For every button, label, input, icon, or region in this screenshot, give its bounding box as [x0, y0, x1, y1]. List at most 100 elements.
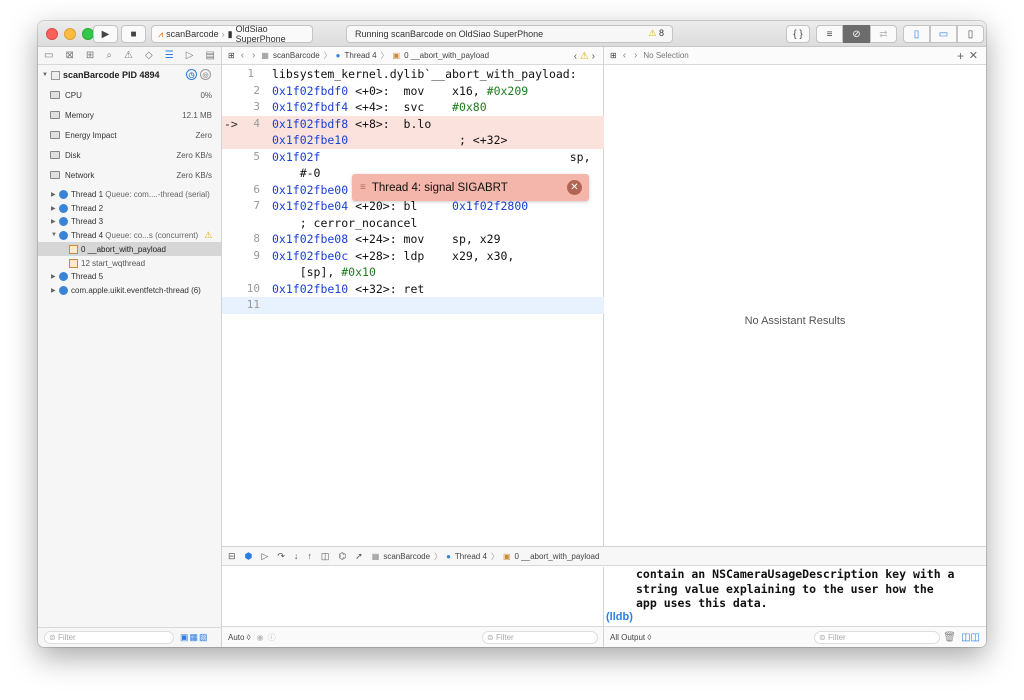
metric-row[interactable]: Disk Zero KB/s — [38, 145, 221, 165]
symbol-icon[interactable]: ⊞ — [86, 50, 94, 61]
thread-row[interactable]: ▶ Thread 5 — [38, 270, 221, 284]
disclosure-triangle-icon[interactable]: ▶ — [51, 218, 59, 225]
disclosure-triangle-icon[interactable]: ▶ — [51, 205, 59, 212]
close-assistant-icon[interactable]: ✕ — [969, 49, 978, 62]
close-window-button[interactable] — [46, 27, 58, 40]
continue-icon[interactable]: ▷ — [261, 551, 268, 562]
error-close-icon[interactable]: ✕ — [567, 180, 582, 195]
location-icon[interactable]: ➚ — [355, 551, 363, 562]
console-line: string value explaining to the user how … — [636, 581, 934, 596]
warning-badge[interactable]: ⚠ 8 — [648, 28, 664, 39]
error-banner[interactable]: ≡ Thread 4: signal SIGABRT ✕ — [352, 174, 589, 201]
gauge-icon[interactable]: ◷ — [186, 69, 197, 80]
metric-row[interactable]: Memory 12.1 MB — [38, 105, 221, 125]
related-items-icon[interactable]: ⊞ — [228, 51, 235, 60]
thread-row[interactable]: ▶ Thread 2 — [38, 202, 221, 216]
disclosure-triangle-icon[interactable]: ▼ — [51, 232, 59, 238]
breakpoints-toggle-icon[interactable]: ⬢ — [245, 551, 253, 562]
jump-project[interactable]: scanBarcode — [273, 51, 320, 60]
disclosure-triangle-icon[interactable]: ▼ — [42, 72, 48, 78]
quicklook-icon[interactable]: ◉ — [257, 633, 264, 642]
folder-icon[interactable]: ▭ — [44, 50, 53, 61]
assistant-editor-button[interactable]: ⊘ — [843, 25, 870, 43]
variables-filter-input[interactable]: ⊜ Filter — [482, 630, 598, 644]
breakpoint-icon[interactable]: ▷ — [186, 50, 194, 61]
line-number: 10 — [246, 281, 260, 295]
instruction-text: <+0>: mov — [348, 83, 453, 98]
code-line[interactable]: 1 libsystem_kernel.dylib`__abort_with_pay… — [222, 66, 604, 83]
related-items-icon[interactable]: ⊞ — [610, 51, 617, 60]
process-row[interactable]: ▼ scanBarcode PID 4894 ◷ ◎ — [38, 65, 221, 85]
code-line[interactable]: 5 0x1f02f sp, — [222, 149, 604, 166]
metric-row[interactable]: Energy Impact Zero — [38, 125, 221, 145]
step-into-icon[interactable]: ↓ — [294, 551, 299, 561]
run-button[interactable]: ▶ — [93, 25, 118, 43]
issue-icon[interactable]: ⚠ — [124, 50, 133, 61]
back-arrow-icon[interactable]: ‹ — [623, 50, 626, 61]
source-control-icon[interactable]: ⊠ — [66, 50, 74, 61]
code-line[interactable]: 4 -> 0x1f02fbdf8 <+8>: b.lo — [222, 115, 604, 132]
navigator-filter-input[interactable]: ⊜ Filter — [44, 631, 174, 644]
code-line[interactable]: 10 0x1f02fbe10 <+32>: ret — [222, 281, 604, 298]
disclosure-triangle-icon[interactable]: ▶ — [51, 191, 59, 198]
disclosure-triangle-icon[interactable]: ▶ — [51, 287, 59, 294]
filter-tree-icon[interactable]: ▧ — [199, 632, 208, 643]
code-line[interactable]: [sp], #0x10 — [222, 264, 604, 281]
version-editor-button[interactable]: ⇄ — [870, 25, 897, 43]
code-line[interactable]: ; cerror_nocancel — [222, 215, 604, 232]
view-hierarchy-icon[interactable]: ◫ — [321, 551, 330, 562]
jump-thread[interactable]: Thread 4 — [345, 51, 377, 60]
library-button[interactable]: { } — [786, 25, 810, 43]
hide-debug-area-icon[interactable]: ⊟ — [228, 551, 236, 562]
forward-arrow-icon[interactable]: › — [634, 50, 637, 61]
filter-grid-icon[interactable]: ▦ — [190, 632, 199, 643]
step-out-icon[interactable]: ↑ — [307, 551, 312, 561]
add-assistant-icon[interactable]: + — [957, 49, 964, 63]
metric-row[interactable]: CPU 0% — [38, 85, 221, 105]
code-line[interactable]: 9 0x1f02fbe0c <+28>: ldp x29, x30, — [222, 248, 604, 265]
back-arrow-icon[interactable]: ‹ — [241, 50, 244, 61]
debug-area-toggle-button[interactable]: ▭ — [930, 25, 957, 43]
thread-row[interactable]: ▶ com.apple.uikit.eventfetch-thread (6) — [38, 284, 221, 298]
forward-arrow-icon[interactable]: › — [252, 50, 255, 61]
split-view-icon[interactable]: ◫◫ — [961, 632, 980, 643]
code-line[interactable]: 3 0x1f02fbdf4 <+4>: svc #0x80 — [222, 99, 604, 116]
debug-project[interactable]: scanBarcode — [383, 552, 430, 561]
memory-graph-icon[interactable]: ⌬ — [338, 551, 346, 562]
issue-navigation[interactable]: ‹ ⚠ › — [574, 51, 595, 62]
find-icon[interactable]: ⌕ — [106, 50, 112, 61]
minimize-window-button[interactable] — [64, 27, 76, 40]
thread-row[interactable]: ▶ Thread 3 — [38, 215, 221, 229]
debug-thread[interactable]: Thread 4 — [455, 552, 487, 561]
auto-selector[interactable]: Auto ◊ — [228, 633, 251, 642]
stack-frame-row[interactable]: 0 __abort_with_payload — [38, 242, 221, 256]
disclosure-triangle-icon[interactable]: ▶ — [51, 273, 59, 280]
stack-frame-row[interactable]: 12 start_wqthread — [38, 256, 221, 270]
thread-row[interactable]: ▼ Thread 4 Queue: co...s (concurrent) ⚠ — [38, 229, 221, 243]
trash-icon[interactable]: 🗑 — [943, 632, 956, 643]
jump-frame[interactable]: 0 __abort_with_payload — [404, 51, 489, 60]
code-line[interactable]: 0x1f02fbe10 ; <+32> — [222, 132, 604, 149]
console-filter-input[interactable]: ⊜ Filter — [814, 630, 940, 644]
report-icon[interactable]: ▤ — [205, 50, 214, 61]
gauge-settings-icon[interactable]: ◎ — [200, 69, 211, 80]
debug-icon[interactable]: ☰ — [165, 50, 174, 61]
code-line[interactable]: 8 0x1f02fbe08 <+24>: mov sp, x29 — [222, 231, 604, 248]
assistant-selection[interactable]: No Selection — [643, 51, 688, 60]
standard-editor-button[interactable]: ≡ — [816, 25, 843, 43]
debug-frame[interactable]: 0 __abort_with_payload — [515, 552, 600, 561]
info-icon[interactable]: ⓘ — [268, 632, 276, 643]
navigator-toggle-button[interactable]: ▯ — [903, 25, 930, 43]
lldb-prompt[interactable]: (lldb) — [604, 611, 986, 623]
step-over-icon[interactable]: ↷ — [277, 551, 285, 562]
scheme-selector[interactable]: ⩘ scanBarcode › ▮ OldSiao SuperPhone — [151, 24, 313, 44]
thread-row[interactable]: ▶ Thread 1 Queue: com....-thread (serial) — [38, 188, 221, 202]
code-line[interactable]: 11 — [222, 297, 604, 314]
metric-row[interactable]: Network Zero KB/s — [38, 165, 221, 185]
output-selector[interactable]: All Output ◊ — [610, 633, 651, 642]
test-icon[interactable]: ◇ — [145, 50, 153, 61]
inspector-toggle-button[interactable]: ▯ — [957, 25, 984, 43]
code-line[interactable]: 2 0x1f02fbdf0 <+0>: mov x16, #0x209 — [222, 83, 604, 100]
stop-button[interactable]: ■ — [121, 25, 146, 43]
filter-crashed-icon[interactable]: ▣ — [180, 632, 189, 643]
